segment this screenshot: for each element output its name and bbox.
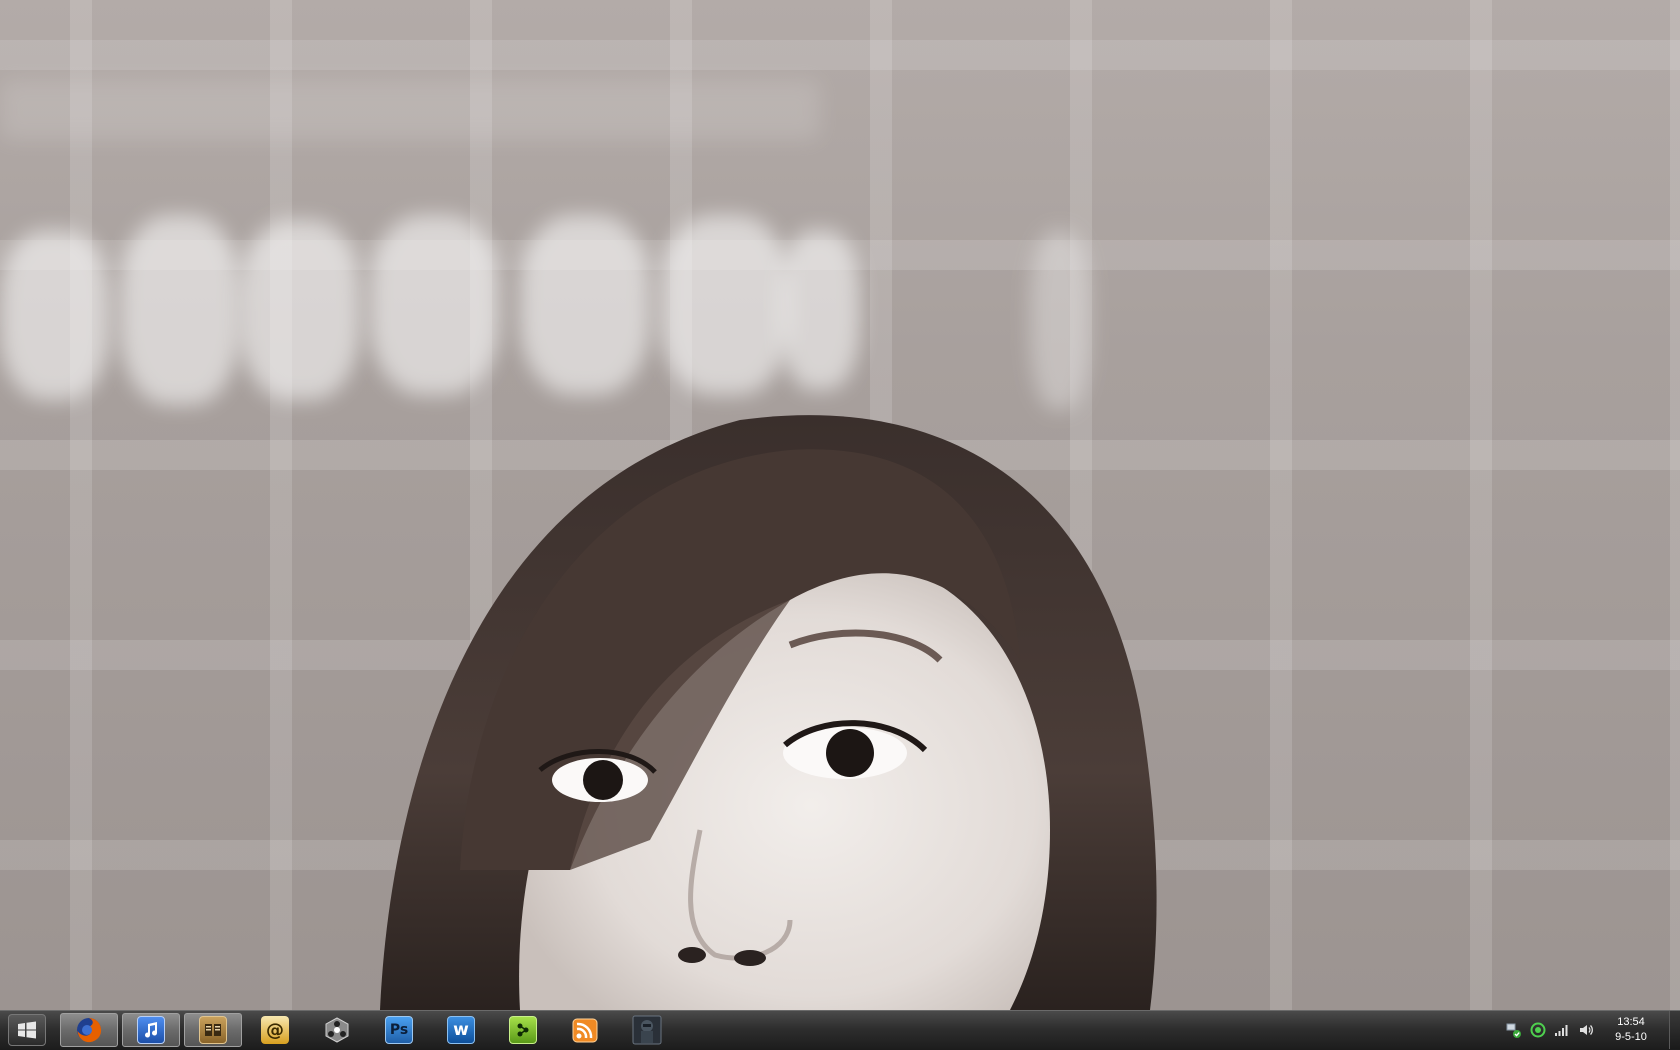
- taskbar-clock[interactable]: 13:54 9-5-10: [1609, 1015, 1653, 1045]
- taskbar-item-windows-live-writer[interactable]: w: [432, 1013, 490, 1047]
- clock-date: 9-5-10: [1615, 1031, 1647, 1043]
- signal-bars-icon[interactable]: [1553, 1021, 1571, 1039]
- hexagon-network-icon: [325, 1017, 349, 1043]
- soldier-game-icon: [632, 1015, 662, 1045]
- windows-logo-icon: [18, 1021, 36, 1039]
- taskbar-item-messenger[interactable]: [494, 1013, 552, 1047]
- desktop-wallpaper: [0, 0, 1680, 1010]
- volume-icon[interactable]: [1577, 1021, 1595, 1039]
- firefox-icon: [77, 1018, 102, 1043]
- taskbar-item-game[interactable]: [618, 1013, 676, 1047]
- show-desktop-button[interactable]: [1669, 1011, 1680, 1049]
- rss-feed-icon: [572, 1018, 598, 1043]
- taskbar-item-firefox[interactable]: [60, 1013, 118, 1047]
- taskbar-item-photoshop[interactable]: Ps: [370, 1013, 428, 1047]
- system-tray: 13:54 9-5-10: [1499, 1011, 1680, 1049]
- writer-icon: w: [447, 1016, 475, 1044]
- portrait-photo: [380, 415, 1157, 1010]
- start-button[interactable]: [8, 1014, 46, 1046]
- newspaper-icon: [199, 1016, 227, 1044]
- clock-time: 13:54: [1617, 1016, 1645, 1028]
- taskbar-item-rss-reader[interactable]: [556, 1013, 614, 1047]
- itunes-note-icon: [137, 1016, 165, 1044]
- taskbar-item-itunes[interactable]: [122, 1013, 180, 1047]
- at-sign-icon: @: [261, 1016, 289, 1044]
- green-circle-icon[interactable]: [1529, 1021, 1547, 1039]
- photoshop-icon: Ps: [385, 1016, 413, 1044]
- network-status-icon[interactable]: [1505, 1021, 1523, 1039]
- taskbar-item-news-reader[interactable]: [184, 1013, 242, 1047]
- green-app-icon: [509, 1016, 537, 1044]
- taskbar: @ Ps w 13:54 9-5-10: [0, 1010, 1680, 1050]
- taskbar-item-mail[interactable]: @: [246, 1013, 304, 1047]
- taskbar-item-network-tool[interactable]: [308, 1013, 366, 1047]
- desktop[interactable]: [0, 0, 1680, 1010]
